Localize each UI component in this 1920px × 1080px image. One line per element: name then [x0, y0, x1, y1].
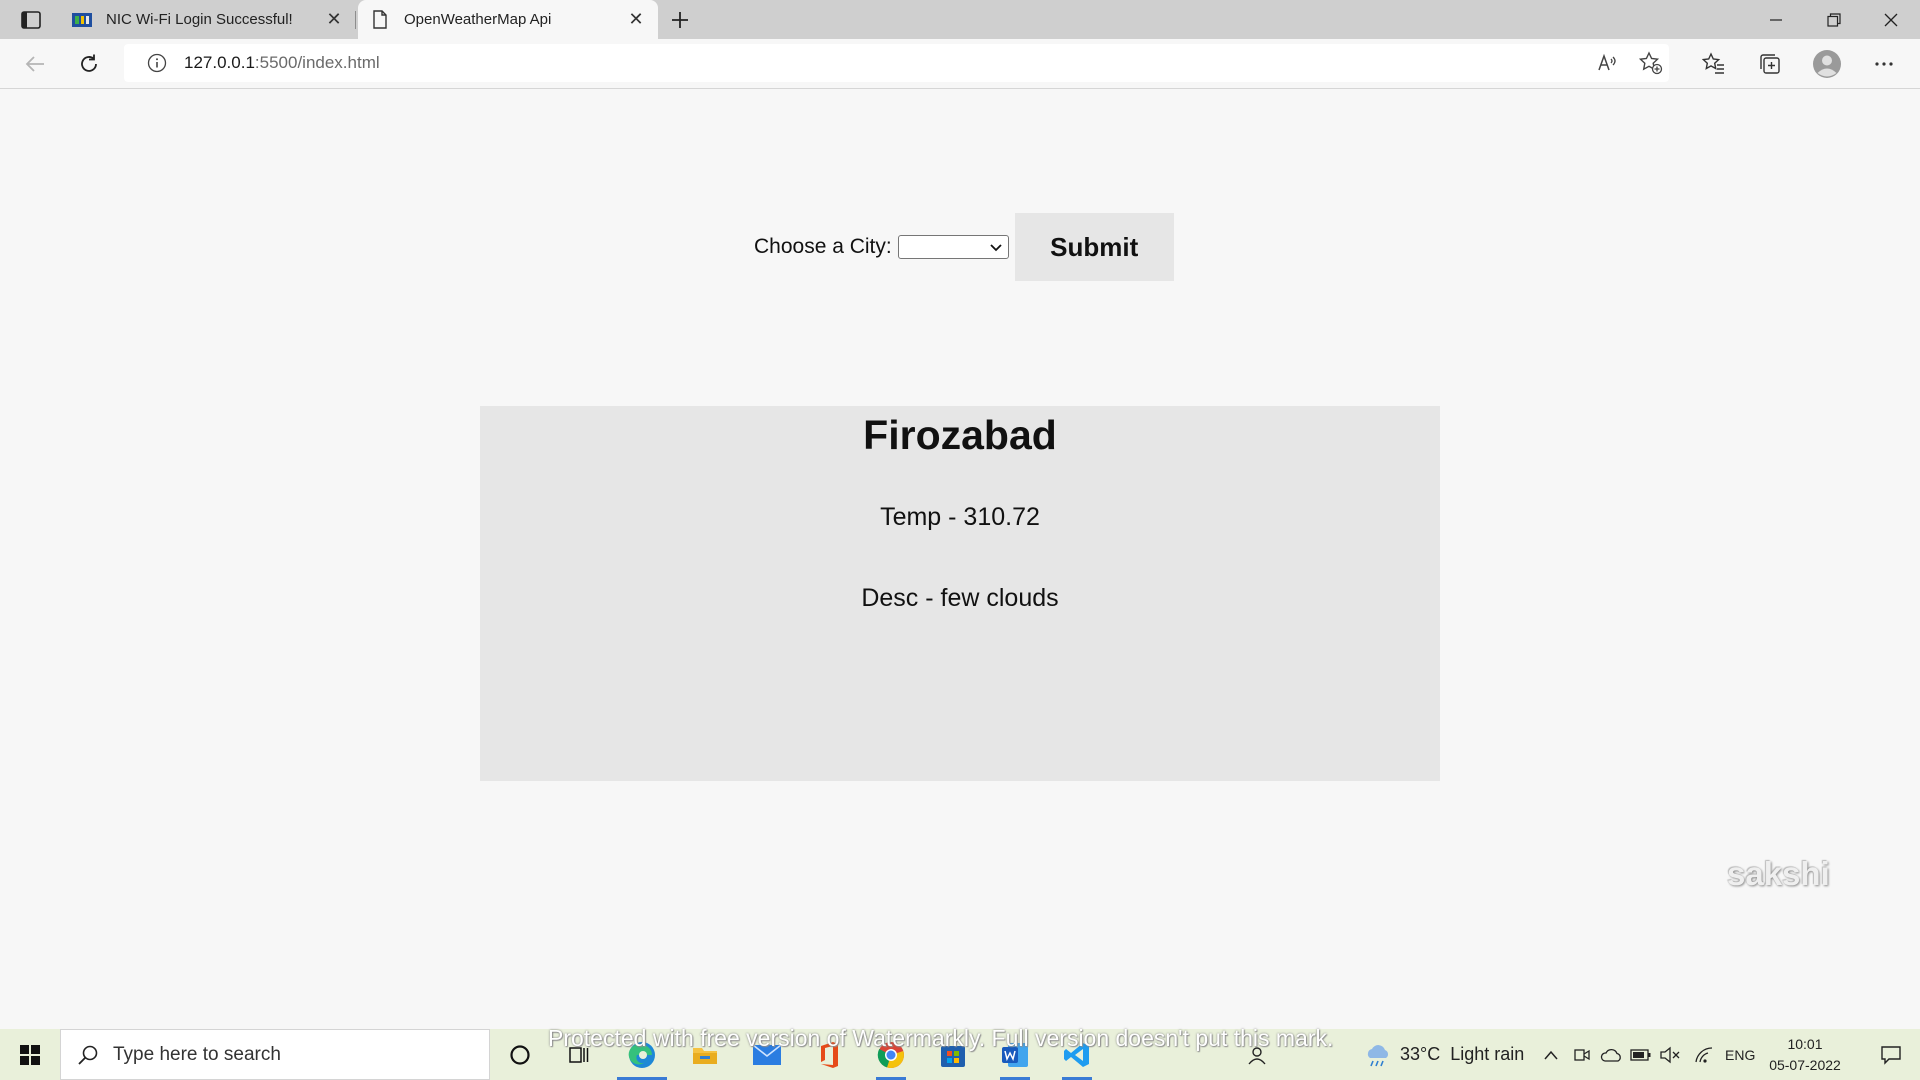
cloud-icon	[1600, 1048, 1621, 1062]
show-hidden-icons-button[interactable]	[1537, 1029, 1565, 1080]
new-tab-button[interactable]	[665, 6, 695, 34]
refresh-button[interactable]	[72, 47, 106, 81]
favorites-button[interactable]	[1697, 47, 1731, 81]
more-icon	[1875, 62, 1893, 66]
city-name: Firozabad	[863, 412, 1057, 458]
city-label: Choose a City:	[754, 235, 892, 258]
meet-now-icon	[1574, 1048, 1590, 1061]
wifi-icon	[1695, 1046, 1713, 1063]
collections-icon	[1760, 54, 1780, 74]
close-window-button[interactable]	[1862, 0, 1920, 39]
tab-actions-icon	[21, 11, 41, 29]
taskbar-search-input[interactable]: Type here to search	[60, 1029, 490, 1080]
avatar-icon	[1813, 50, 1841, 78]
meet-now-button[interactable]	[1568, 1029, 1596, 1080]
submit-button[interactable]: Submit	[1014, 213, 1174, 281]
volume-button[interactable]	[1656, 1029, 1684, 1080]
temperature-text: Temp - 310.72	[880, 503, 1040, 531]
clock-time: 10:01	[1787, 1036, 1823, 1052]
windows-logo-icon	[20, 1044, 40, 1065]
volume-muted-icon	[1660, 1046, 1680, 1063]
onedrive-button[interactable]	[1597, 1029, 1625, 1080]
search-icon	[77, 1044, 99, 1066]
plus-icon	[672, 12, 688, 28]
city-form: Choose a City: Submit	[754, 213, 1174, 281]
chevron-up-icon	[1544, 1050, 1558, 1059]
city-select[interactable]	[897, 235, 1009, 259]
back-button[interactable]	[18, 47, 52, 81]
url-host: 127.0.0.1	[184, 53, 255, 72]
description-text: Desc - few clouds	[861, 584, 1059, 612]
cortana-button[interactable]	[491, 1029, 549, 1080]
favorites-icon	[1702, 52, 1724, 74]
language-indicator[interactable]: ENG	[1725, 1029, 1755, 1080]
collections-button[interactable]	[1753, 47, 1787, 81]
weather-result-card: Firozabad Temp - 310.72 Desc - few cloud…	[480, 406, 1440, 781]
notification-icon	[1881, 1045, 1901, 1065]
read-aloud-button[interactable]	[1590, 46, 1624, 80]
minimize-button[interactable]	[1747, 0, 1805, 39]
language-label: ENG	[1725, 1046, 1756, 1063]
network-button[interactable]	[1690, 1029, 1718, 1080]
tab-title: NIC Wi-Fi Login Successful!	[106, 11, 293, 28]
close-tab-icon[interactable]: ✕	[622, 6, 650, 34]
restore-button[interactable]	[1805, 0, 1863, 39]
refresh-icon	[81, 54, 97, 72]
page-favicon-icon	[370, 10, 390, 30]
clock[interactable]: 10:01 05-07-2022	[1760, 1034, 1850, 1076]
close-icon	[1884, 13, 1898, 26]
nic-favicon-icon	[72, 10, 92, 30]
profile-button[interactable]	[1810, 47, 1844, 81]
tab-nic-wifi[interactable]: NIC Wi-Fi Login Successful! ✕	[60, 0, 356, 39]
star-add-icon	[1639, 51, 1663, 75]
browser-toolbar: 127.0.0.1:5500/index.html	[0, 39, 1920, 89]
battery-button[interactable]	[1627, 1029, 1655, 1080]
rain-cloud-icon	[1367, 1044, 1389, 1066]
tab-strip: NIC Wi-Fi Login Successful! ✕ OpenWeathe…	[0, 0, 1920, 39]
cortana-icon	[510, 1044, 530, 1065]
tab-actions-button[interactable]	[12, 8, 48, 32]
read-aloud-icon	[1598, 53, 1616, 71]
notifications-button[interactable]	[1862, 1029, 1920, 1080]
url-path: :5500/index.html	[254, 53, 380, 72]
battery-icon	[1630, 1048, 1651, 1061]
close-tab-icon[interactable]: ✕	[320, 6, 348, 34]
weather-widget[interactable]: 33°C Light rain	[1364, 1029, 1524, 1080]
chevron-down-icon	[990, 244, 1002, 252]
more-options-button[interactable]	[1867, 47, 1901, 81]
restore-icon	[1827, 12, 1841, 27]
weather-temp: 33°C	[1400, 1044, 1441, 1064]
add-favorite-button[interactable]	[1634, 46, 1668, 80]
back-arrow-icon	[25, 56, 44, 72]
user-watermark: sakshi	[1727, 855, 1830, 892]
search-placeholder: Type here to search	[113, 1043, 281, 1065]
start-button[interactable]	[0, 1029, 60, 1080]
tab-openweathermap[interactable]: OpenWeatherMap Api ✕	[358, 0, 658, 39]
minimize-icon	[1770, 18, 1782, 21]
address-bar[interactable]: 127.0.0.1:5500/index.html	[124, 44, 1669, 82]
weather-desc: Light rain	[1450, 1044, 1525, 1064]
clock-date: 05-07-2022	[1769, 1057, 1841, 1073]
tab-title: OpenWeatherMap Api	[404, 11, 552, 28]
info-icon[interactable]	[146, 52, 168, 74]
watermark-text: Protected with free version of Watermark…	[548, 1025, 1334, 1051]
